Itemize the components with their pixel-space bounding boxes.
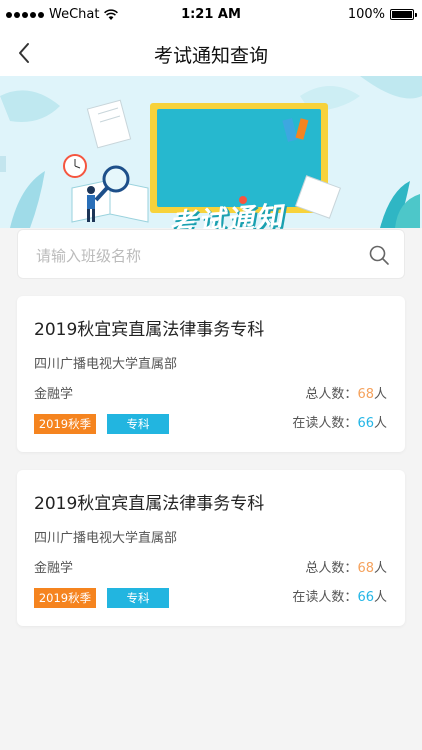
search-placeholder: 请输入班级名称 [36,247,142,265]
search-input[interactable]: 请输入班级名称 [17,229,405,279]
nav-bar: 考试通知查询 [0,30,422,76]
reading-number: 66 [357,416,374,431]
level-tag: 专科 [107,414,169,434]
banner: 考试通知 查询 [0,76,422,274]
page-title: 考试通知查询 [153,45,268,67]
reading-number: 66 [357,590,374,605]
reading-label: 在读人数： [292,590,358,605]
total-label: 总人数： [305,561,358,576]
total-unit: 人 [373,387,387,402]
season-tag: 2019秋季 [34,414,96,434]
total-count: 总人数：68人 [305,383,387,402]
class-school: 四川广播电视大学直属部 [34,357,178,372]
class-title: 2019秋宜宾直属法律事务专科 [34,320,265,340]
class-school: 四川广播电视大学直属部 [34,531,178,546]
total-label: 总人数： [305,387,358,402]
battery-icon [390,9,417,20]
class-major: 金融学 [34,561,74,576]
search-icon[interactable] [368,244,390,266]
battery-percent: 100% [347,7,385,22]
reading-count: 在读人数：66人 [292,586,387,605]
class-major: 金融学 [34,387,74,402]
status-bar: WeChat 1:21 AM 100% [0,0,422,30]
class-title: 2019秋宜宾直属法律事务专科 [34,494,265,514]
class-card[interactable]: 2019秋宜宾直属法律事务专科 四川广播电视大学直属部 金融学 总人数：68人 … [17,470,405,626]
reading-count: 在读人数：66人 [292,412,387,431]
season-tag: 2019秋季 [34,588,96,608]
total-number: 68 [357,561,374,576]
level-tag: 专科 [107,588,169,608]
total-count: 总人数：68人 [305,557,387,576]
reading-unit: 人 [373,416,387,431]
reading-unit: 人 [373,590,387,605]
class-card[interactable]: 2019秋宜宾直属法律事务专科 四川广播电视大学直属部 金融学 总人数：68人 … [17,296,405,452]
total-number: 68 [357,387,374,402]
total-unit: 人 [373,561,387,576]
status-right: 100% [347,7,417,22]
reading-label: 在读人数： [292,416,358,431]
